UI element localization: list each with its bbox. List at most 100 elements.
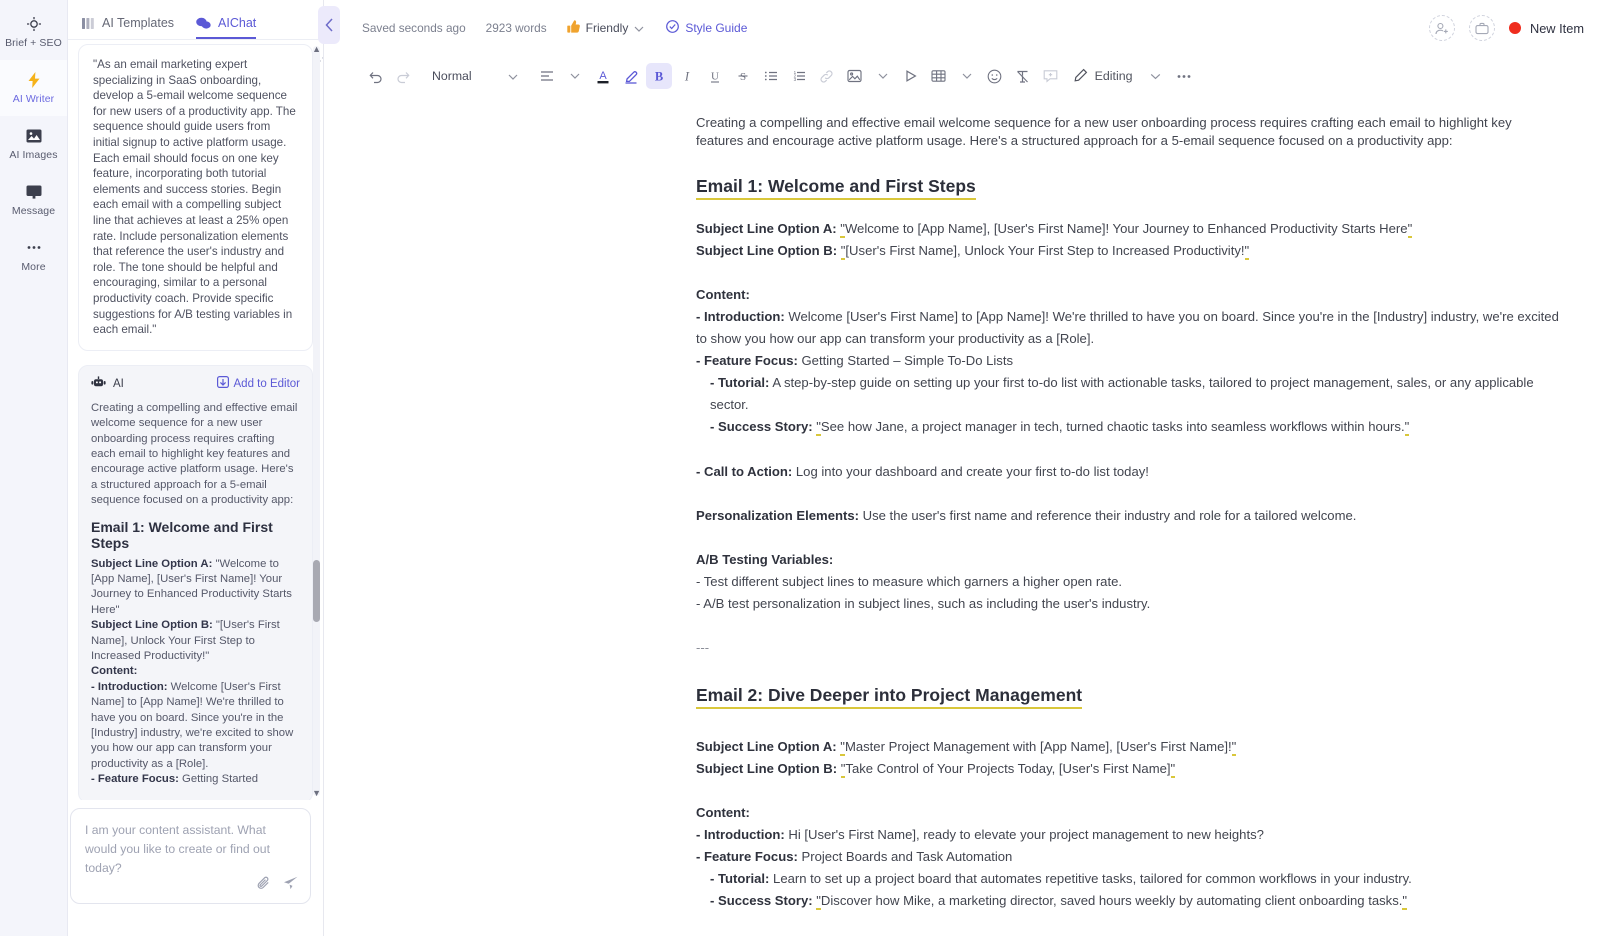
bold-icon[interactable]: B xyxy=(645,63,672,89)
briefcase-icon[interactable] xyxy=(1468,15,1495,41)
numbered-list-icon[interactable]: 123 xyxy=(786,63,812,89)
style-suggestion[interactable]: " xyxy=(1170,761,1176,778)
style-suggestion[interactable]: " xyxy=(840,761,846,778)
chat-scrollbar-track[interactable] xyxy=(313,46,320,796)
image-insert-icon[interactable] xyxy=(842,63,868,89)
document-line: Content: xyxy=(696,802,1560,824)
document-line: - Introduction: Hi [User's First Name], … xyxy=(696,824,1560,846)
monitor-icon xyxy=(26,184,42,200)
clear-format-icon[interactable] xyxy=(1010,63,1036,89)
line-text: Getting Started – Simple To-Do Lists xyxy=(797,353,1014,368)
table-chevron-down-icon[interactable] xyxy=(954,63,980,89)
tone-label: Friendly xyxy=(585,21,629,35)
style-suggestion[interactable]: " xyxy=(840,221,845,238)
document-line: - Test different subject lines to measur… xyxy=(696,571,1560,593)
document-line: Subject Line Option B: "Take Control of … xyxy=(696,758,1560,780)
tab-aichat[interactable]: AIChat xyxy=(196,16,257,39)
style-suggestion[interactable]: " xyxy=(1407,221,1413,238)
mode-chevron-down-icon[interactable] xyxy=(1143,63,1169,89)
user-message-bubble: "As an email marketing expert specializi… xyxy=(78,44,323,351)
scroll-up-icon[interactable]: ▲ xyxy=(312,44,321,54)
link-icon[interactable] xyxy=(814,63,840,89)
style-suggestion[interactable]: " xyxy=(1244,243,1250,260)
paperclip-icon[interactable] xyxy=(257,876,271,895)
editing-mode-button[interactable]: Editing xyxy=(1066,68,1141,85)
chat-composer[interactable]: I am your content assistant. What would … xyxy=(70,808,311,904)
sidebar-item-ai-writer[interactable]: AI Writer xyxy=(0,60,67,116)
ai-message-bubble: AI Add to Editor Creating a compelling a… xyxy=(78,364,313,800)
tab-ai-templates[interactable]: AI Templates xyxy=(82,16,174,39)
italic-icon[interactable]: I xyxy=(674,63,700,89)
editor-toolbar: Normal A B I U S 1 2 3 Editing xyxy=(324,56,1600,96)
line-label: - Tutorial: xyxy=(710,871,770,886)
scroll-down-icon[interactable]: ▼ xyxy=(312,788,321,798)
style-suggestion[interactable]: " xyxy=(840,739,845,756)
ai-line: Subject Line Option B: "[User's First Na… xyxy=(91,619,280,662)
line-label: Subject Line Option B: xyxy=(696,761,838,776)
highlighter-icon[interactable] xyxy=(618,63,644,89)
bullet-list-icon[interactable] xyxy=(758,63,784,89)
video-icon[interactable] xyxy=(898,63,924,89)
font-color-icon[interactable]: A xyxy=(590,63,616,89)
strikethrough-icon[interactable]: S xyxy=(730,63,756,89)
sidebar-item-brief-seo[interactable]: Brief + SEO xyxy=(0,4,67,60)
line-label: Content: xyxy=(696,287,750,302)
redo-icon[interactable] xyxy=(390,63,416,89)
lightning-icon xyxy=(26,71,42,88)
ai-section-heading: Email 1: Welcome and First Steps xyxy=(91,518,273,551)
comment-icon[interactable] xyxy=(1038,63,1064,89)
style-suggestion[interactable]: " xyxy=(816,419,821,436)
paragraph-style-select[interactable]: Normal xyxy=(424,63,526,89)
underline-icon[interactable]: U xyxy=(702,63,728,89)
left-icon-rail: Brief + SEO AI Writer AI Images Message … xyxy=(0,0,68,936)
document-line: Content: xyxy=(696,284,1560,306)
style-suggestion[interactable]: " xyxy=(840,243,846,260)
overflow-menu-icon[interactable] xyxy=(1171,63,1197,89)
line-text: - Test different subject lines to measur… xyxy=(696,574,1123,589)
align-chevron-down-icon[interactable] xyxy=(562,63,588,89)
tone-selector[interactable]: Friendly xyxy=(566,19,645,37)
chat-scrollbar-thumb[interactable] xyxy=(313,560,320,622)
line-text: "[User's First Name], Unlock Your First … xyxy=(840,243,1250,260)
document-line: A/B Testing Variables: xyxy=(696,549,1560,571)
ai-label: AI xyxy=(113,377,124,390)
align-left-icon[interactable] xyxy=(534,63,560,89)
sidebar-item-ai-images[interactable]: AI Images xyxy=(0,116,67,172)
sidebar-item-more[interactable]: More xyxy=(0,228,67,284)
document-section: Email 2: Dive Deeper into Project Manage… xyxy=(696,659,1560,936)
new-item-label: New Item xyxy=(1529,20,1584,36)
document-line: Personalization Elements: Use the user's… xyxy=(696,505,1560,527)
document-canvas[interactable]: Creating a compelling and effective emai… xyxy=(324,96,1600,936)
style-suggestion[interactable]: " xyxy=(1404,419,1410,436)
table-icon[interactable] xyxy=(926,63,952,89)
line-label: - Call to Action: xyxy=(696,464,793,479)
editing-mode-label: Editing xyxy=(1094,69,1133,83)
svg-text:B: B xyxy=(654,70,662,84)
ai-line: Content: xyxy=(91,665,138,678)
paragraph-style-label: Normal xyxy=(432,69,472,83)
ai-intro-paragraph: Creating a compelling and effective emai… xyxy=(91,401,298,507)
image-icon xyxy=(26,128,42,144)
style-suggestion[interactable]: " xyxy=(1231,739,1237,756)
add-user-icon[interactable] xyxy=(1428,15,1455,41)
chevron-down-icon xyxy=(634,21,644,35)
line-text: "Take Control of Your Projects Today, [U… xyxy=(840,761,1176,778)
svg-text:A: A xyxy=(599,70,607,82)
style-suggestion[interactable]: " xyxy=(816,893,821,910)
collapse-panel-button[interactable] xyxy=(318,6,340,44)
new-item-button[interactable]: New Item xyxy=(1508,20,1584,36)
style-guide-button[interactable]: Style Guide xyxy=(666,20,747,36)
style-suggestion[interactable]: " xyxy=(1402,893,1408,910)
add-to-editor-button[interactable]: Add to Editor xyxy=(216,376,300,391)
send-icon[interactable] xyxy=(283,876,298,895)
line-text: "Welcome to [App Name], [User's First Na… xyxy=(840,221,1413,238)
undo-icon[interactable] xyxy=(362,63,388,89)
sidebar-item-message[interactable]: Message xyxy=(0,172,67,228)
editor-area: Saved seconds ago 2923 words Friendly St… xyxy=(318,0,1600,936)
chat-input-placeholder: I am your content assistant. What would … xyxy=(85,823,270,875)
line-label: Subject Line Option A: xyxy=(696,739,837,754)
ai-line: - Introduction: Welcome [User's First Na… xyxy=(91,680,294,770)
svg-text:U: U xyxy=(711,70,719,82)
image-chevron-down-icon[interactable] xyxy=(870,63,896,89)
emoji-icon[interactable] xyxy=(982,63,1008,89)
